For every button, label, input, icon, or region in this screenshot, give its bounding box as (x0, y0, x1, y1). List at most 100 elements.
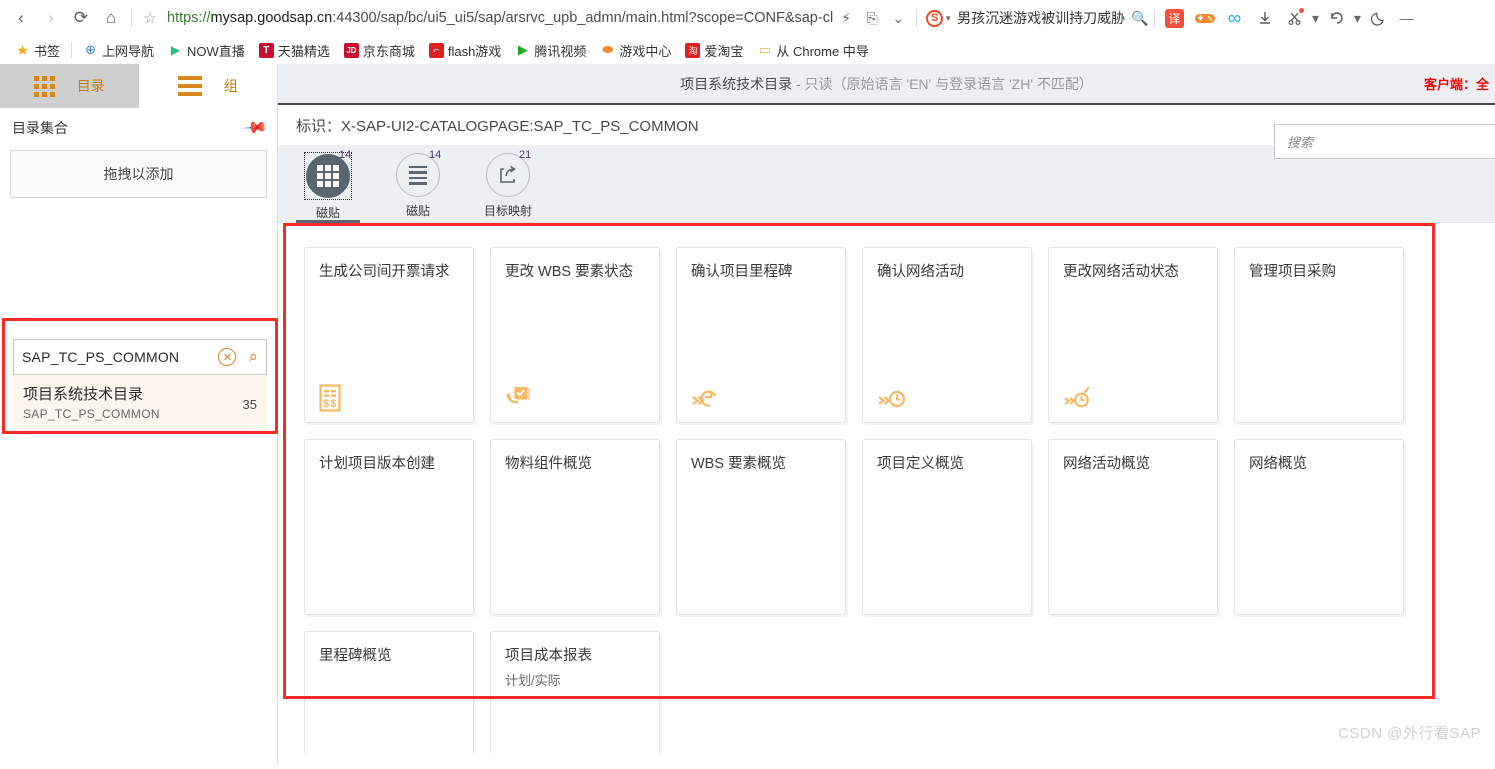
bookmark-item[interactable]: JD 京东商城 (337, 39, 422, 61)
tile-item[interactable]: 网络概览 (1234, 439, 1404, 615)
facet-target-mapping[interactable]: 21 目标映射 (472, 145, 544, 223)
chevron-down-icon[interactable]: ⌄ (885, 5, 911, 31)
url-host: mysap.goodsap.cn (210, 10, 333, 26)
hot-search-box[interactable]: S ▼ 男孩沉迷游戏被训持刀威胁 🔍 (926, 5, 1149, 31)
tile-item[interactable]: 更改 WBS 要素状态 (490, 247, 660, 423)
pin-icon[interactable]: 📌 (241, 114, 269, 142)
tile-title: 网络活动概览 (1063, 456, 1150, 472)
tile-item[interactable]: 物料组件概览 (490, 439, 660, 615)
clear-icon[interactable]: ✕ (218, 348, 237, 366)
divider (916, 9, 918, 27)
tile-search-field[interactable]: 搜索 (1274, 124, 1495, 159)
divider (71, 42, 73, 58)
sidebar-tab-group[interactable]: 组 (139, 64, 278, 108)
sidebar-tab-catalog[interactable]: 目录 (0, 64, 139, 108)
tile-item[interactable]: 项目定义概览 (862, 439, 1032, 615)
tile-title: 计划项目版本创建 (319, 456, 435, 472)
bookmark-label: 游戏中心 (619, 43, 672, 59)
chevron-down-icon[interactable]: ▾ (1352, 5, 1364, 31)
search-icon[interactable]: 🔍 (1131, 10, 1148, 27)
tile-item[interactable]: WBS 要素概览 (676, 439, 846, 615)
globe-icon: ⊕ (85, 42, 96, 57)
facet-tiles-list[interactable]: 14 磁贴 (382, 145, 454, 223)
page-title: 项目系统技术目录 - 只读（原始语言 'EN' 与登录语言 'ZH' 不匹配） (680, 74, 1093, 94)
divider (131, 9, 132, 27)
svg-text:$: $ (323, 398, 329, 410)
tile-item[interactable]: 管理项目采购 (1234, 247, 1404, 423)
bookmark-item[interactable]: ⌐ flash游戏 (422, 39, 508, 61)
minimize-icon[interactable]: — (1394, 5, 1420, 31)
tile-title: 生成公司间开票请求 (319, 264, 450, 280)
tile-icon-empty (505, 564, 645, 604)
facet-label: 目标映射 (483, 204, 532, 218)
search-input[interactable]: SAP_TC_PS_COMMON (22, 349, 218, 365)
bookmark-label: 上网导航 (102, 43, 155, 59)
tile-item[interactable]: 计划项目版本创建 (304, 439, 474, 615)
change-activity-status-icon (1063, 372, 1203, 412)
download-icon[interactable] (1250, 5, 1280, 31)
search-engine-icon[interactable]: S (926, 9, 944, 27)
tile-item[interactable]: 网络活动概览 (1048, 439, 1218, 615)
gamepad-icon: ⬬ (602, 42, 614, 57)
drop-zone[interactable]: 拖拽以添加 (10, 150, 267, 198)
scissors-icon[interactable] (1280, 5, 1310, 31)
left-panel: 目录 组 目录集合 📌 拖拽以添加 SAP_TC_PS_COMMON ✕ ⌕ 项… (0, 64, 278, 764)
bookmark-item[interactable]: ⊕ 上网导航 (76, 39, 161, 61)
infinity-icon[interactable]: ∞ (1220, 5, 1250, 31)
tile-title: 更改网络活动状态 (1063, 264, 1179, 280)
tile-item[interactable]: 里程碑概览 (304, 631, 474, 753)
share-icon[interactable]: ⎘ (859, 5, 885, 31)
facet-count: 14 (339, 149, 352, 161)
result-text: 项目系统技术目录 SAP_TC_PS_COMMON (23, 383, 160, 421)
application-area: 目录 组 目录集合 📌 拖拽以添加 SAP_TC_PS_COMMON ✕ ⌕ 项… (0, 64, 1495, 764)
taobao-icon: 淘 (685, 42, 701, 58)
catalog-collection-title: 目录集合 (12, 120, 68, 136)
undo-icon[interactable] (1322, 5, 1352, 31)
bookmarks-bar: ★ 书签 ⊕ 上网导航 ▶ NOW直播 T 天猫精选 JD 京东商城 ⌐ fla… (0, 36, 1495, 64)
forward-button[interactable]: › (36, 3, 66, 33)
chevron-down-icon[interactable]: ▼ (944, 14, 952, 23)
undo-glyph (1330, 12, 1343, 24)
navigation-bar: ‹ › ⟳ ⌂ ☆ https://mysap.goodsap.cn:44300… (0, 0, 1495, 36)
confirm-activity-icon (691, 372, 831, 412)
facet-count: 21 (519, 149, 532, 161)
tile-item[interactable]: 项目成本报表 计划/实际 (490, 631, 660, 753)
catalog-search-field[interactable]: SAP_TC_PS_COMMON ✕ ⌕ (13, 339, 267, 375)
translate-icon[interactable]: 译 (1160, 5, 1190, 31)
back-button[interactable]: ‹ (6, 3, 36, 33)
tile-item[interactable]: 生成公司间开票请求 $ $ (304, 247, 474, 423)
spacer (5, 321, 275, 339)
chevron-down-icon[interactable]: ▾ (1310, 5, 1322, 31)
jd-icon: JD (343, 42, 359, 58)
catalog-id-label: 标识：X-SAP-UI2-CATALOGPAGE:SAP_TC_PS_COMMO… (296, 117, 699, 135)
flash-icon: ⌐ (428, 42, 444, 58)
bookmark-item[interactable]: 淘 爱淘宝 (678, 39, 750, 61)
facet-tiles-grid[interactable]: 14 磁贴 (292, 145, 364, 223)
reload-button[interactable]: ⟳ (66, 3, 96, 33)
tile-item[interactable]: 确认网络活动 (862, 247, 1032, 423)
search-icon[interactable]: ⌕ (248, 347, 258, 367)
bookmark-item[interactable]: ★ 书签 (8, 39, 67, 61)
browser-chrome: ‹ › ⟳ ⌂ ☆ https://mysap.goodsap.cn:44300… (0, 0, 1495, 64)
bookmark-item[interactable]: ▶ NOW直播 (161, 39, 252, 61)
bookmark-star-icon[interactable]: ☆ (137, 5, 163, 31)
svg-text:$: $ (331, 398, 337, 410)
address-bar[interactable]: https://mysap.goodsap.cn:44300/sap/bc/ui… (167, 10, 833, 26)
bookmark-label: 腾讯视频 (534, 43, 587, 59)
bookmark-item[interactable]: T 天猫精选 (252, 39, 337, 61)
bookmark-item[interactable]: ▶ 腾讯视频 (508, 39, 593, 61)
main-header: 项目系统技术目录 - 只读（原始语言 'EN' 与登录语言 'ZH' 不匹配） … (278, 64, 1495, 105)
lightning-icon[interactable]: ⚡ (833, 5, 859, 31)
gamepad-icon[interactable] (1190, 5, 1220, 31)
tile-item[interactable]: 确认项目里程碑 (676, 247, 846, 423)
moon-icon[interactable] (1364, 5, 1394, 31)
tile-title: 更改 WBS 要素状态 (505, 264, 634, 280)
bookmark-item[interactable]: ⬬ 游戏中心 (593, 39, 678, 61)
bookmark-label: 从 Chrome 中导 (776, 43, 869, 59)
list-item[interactable]: 项目系统技术目录 SAP_TC_PS_COMMON 35 (13, 375, 267, 431)
bookmark-label: flash游戏 (447, 43, 502, 59)
home-button[interactable]: ⌂ (96, 3, 126, 33)
tile-item[interactable]: 更改网络活动状态 (1048, 247, 1218, 423)
bookmark-item[interactable]: ▭ 从 Chrome 中导 (750, 39, 875, 61)
billing-document-icon: $ $ (319, 372, 459, 412)
